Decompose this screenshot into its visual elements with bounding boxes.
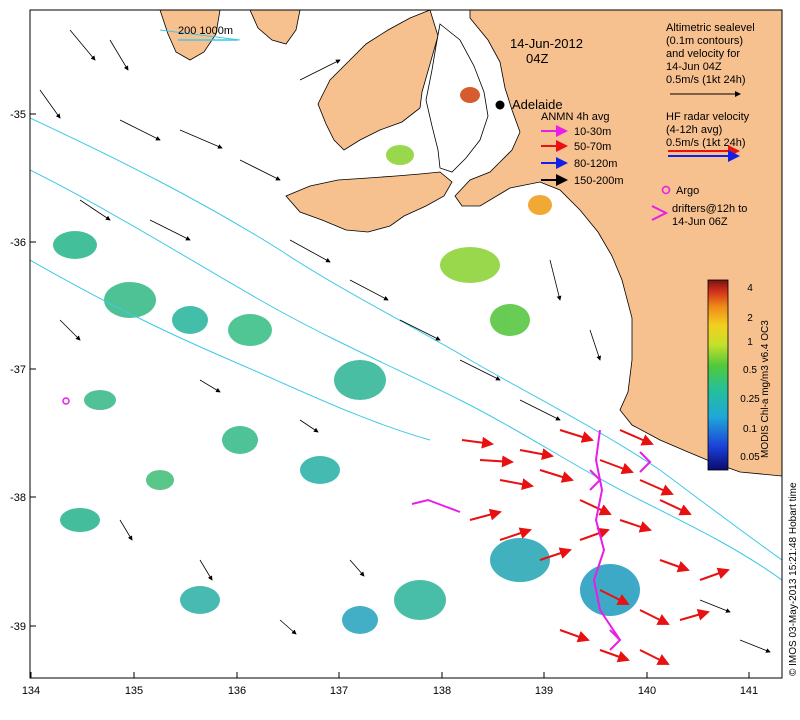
altimetric-legend-line: 0.5m/s (1kt 24h) [666, 74, 745, 86]
y-tick-label: -39 [10, 621, 26, 633]
colorbar-tick: 4 [747, 283, 753, 294]
x-tick-label: 137 [330, 685, 348, 697]
anmn-label: 10-30m [574, 126, 611, 138]
map-time: 04Z [526, 51, 548, 66]
altimetric-legend-line: Altimetric sealevel [666, 22, 755, 34]
colorbar-tick: 0.1 [743, 424, 757, 435]
altimetric-legend-line: (0.1m contours) [666, 35, 743, 47]
anmn-legend-title: ANMN 4h avg [541, 111, 609, 123]
colorbar-tick: 0.25 [740, 394, 760, 405]
drifters-legend-line: drifters@12h to [672, 203, 747, 215]
x-tick-label: 136 [228, 685, 246, 697]
map-date: 14-Jun-2012 [510, 36, 583, 51]
bathy-label: 200 1000m [178, 25, 233, 37]
drifters-legend-line: 14-Jun 06Z [672, 216, 728, 228]
y-tick-label: -38 [10, 492, 26, 504]
hf-radar-legend-line: HF radar velocity [666, 111, 750, 123]
credit-line: © IMOS 03-May-2013 15:21:48 Hobart time [788, 482, 799, 676]
colorbar-title: MODIS Chl-a mg/m3 v6.4 OC3 [760, 320, 771, 458]
city-label: Adelaide [512, 97, 563, 112]
anmn-label: 80-120m [574, 158, 617, 170]
altimetric-legend-line: 14-Jun 04Z [666, 61, 722, 73]
colorbar-tick: 2 [747, 313, 753, 324]
anmn-label: 50-70m [574, 141, 611, 153]
x-tick-label: 138 [433, 685, 451, 697]
hf-radar-legend-line: (4-12h avg) [666, 124, 722, 136]
colorbar-tick: 0.05 [740, 452, 760, 463]
altimetric-legend-line: and velocity for [666, 48, 740, 60]
anmn-label: 150-200m [574, 175, 624, 187]
x-tick-label: 140 [638, 685, 656, 697]
y-tick-label: -35 [10, 109, 26, 121]
colorbar-tick: 1 [747, 337, 753, 348]
y-tick-label: -36 [10, 237, 26, 249]
x-tick-label: 139 [535, 685, 553, 697]
colorbar-tick: 0.5 [743, 365, 757, 376]
x-tick-label: 141 [740, 685, 758, 697]
y-tick-label: -37 [10, 364, 26, 376]
hf-radar-legend-line: 0.5m/s (1kt 24h) [666, 137, 745, 149]
x-tick-label: 134 [22, 685, 40, 697]
city-marker [495, 100, 505, 110]
x-tick-label: 135 [125, 685, 143, 697]
ocean-map: 134 135 136 137 138 139 140 141 -35 -36 … [10, 9, 799, 697]
argo-legend-label: Argo [676, 185, 699, 197]
colorbar-ramp [707, 279, 729, 471]
